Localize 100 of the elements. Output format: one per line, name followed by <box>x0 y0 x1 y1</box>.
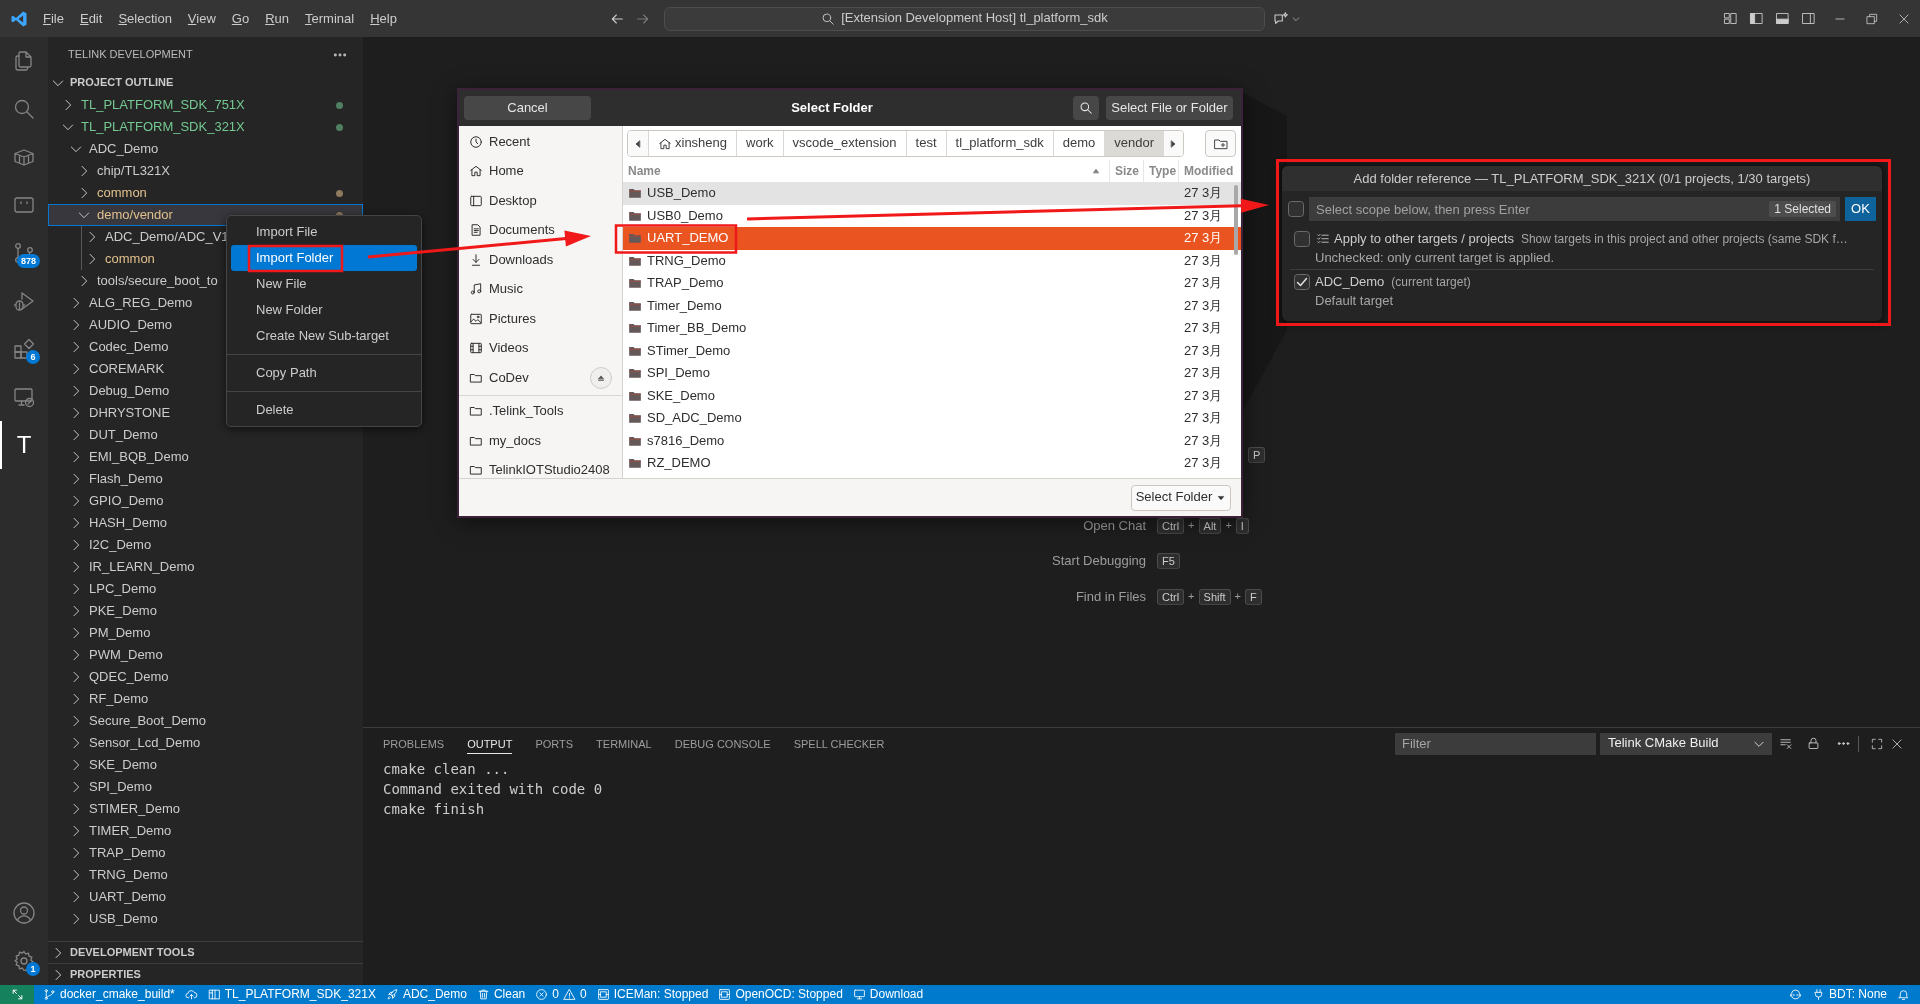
eject-button[interactable] <box>590 366 612 389</box>
menu-item[interactable]: Go <box>223 8 258 29</box>
status-item[interactable]: 0 0 <box>530 985 592 1004</box>
status-item[interactable]: BDT: None <box>1806 985 1892 1004</box>
tree-item[interactable]: SPI_Demo <box>48 776 363 798</box>
panel-tab[interactable]: PORTS <box>535 733 574 754</box>
file-row[interactable]: TRNG_Demo 27 3月 <box>623 249 1241 272</box>
column-header[interactable]: Name <box>628 163 661 179</box>
tree-item[interactable]: LPC_Demo <box>48 578 363 600</box>
tree-item[interactable]: ADC_Demo <box>48 138 363 160</box>
remote-button[interactable] <box>0 985 34 1004</box>
activity-tab[interactable]: 878 <box>0 229 48 277</box>
file-row[interactable]: RZ_DEMO 27 3月 <box>623 452 1241 475</box>
tree-item[interactable]: HASH_Demo <box>48 512 363 534</box>
file-row[interactable]: Timer_BB_Demo 27 3月 <box>623 317 1241 340</box>
tree-item[interactable]: PKE_Demo <box>48 600 363 622</box>
chat-sparkle-icon[interactable] <box>1273 10 1289 27</box>
place-item[interactable]: Desktop <box>459 186 622 216</box>
menu-item[interactable]: Help <box>362 8 405 29</box>
layout-icon[interactable] <box>1722 11 1738 26</box>
panel-tab[interactable]: TERMINAL <box>596 733 652 754</box>
tree-item[interactable]: USB_Demo <box>48 908 363 930</box>
tree-item[interactable]: UART_Demo <box>48 886 363 908</box>
tree-item[interactable]: STIMER_Demo <box>48 798 363 820</box>
tree-item[interactable]: GPIO_Demo <box>48 490 363 512</box>
tree-item[interactable]: Secure_Boot_Demo <box>48 710 363 732</box>
status-item[interactable]: ADC_Demo <box>380 985 472 1004</box>
tree-item[interactable]: IR_LEARN_Demo <box>48 556 363 578</box>
filter-field[interactable]: Filter <box>1395 732 1596 755</box>
path-back-button[interactable] <box>628 131 648 156</box>
file-row[interactable]: Timer_Demo 27 3月 <box>623 294 1241 317</box>
tree-item[interactable]: TRAP_Demo <box>48 842 363 864</box>
menu-item[interactable]: Terminal <box>297 8 363 29</box>
menu-item[interactable]: Edit <box>71 8 111 29</box>
section-header[interactable]: PROJECT OUTLINE <box>48 72 363 94</box>
place-item[interactable]: TelinkIOTStudio2408 <box>459 455 622 478</box>
ok-button[interactable]: OK <box>1845 197 1876 221</box>
tree-item[interactable]: TRNG_Demo <box>48 864 363 886</box>
pick-item[interactable]: Apply to other targets / projects Show targets in this project and other projects (same SDK f… Unchecked: only current target is applied. <box>1282 227 1882 269</box>
clear-output-icon[interactable] <box>1778 736 1794 751</box>
menu-item[interactable]: Create New Sub-target <box>231 323 417 349</box>
pick-item[interactable]: ADC_Demo (current target) Default target <box>1282 270 1882 312</box>
tree-item[interactable]: SKE_Demo <box>48 754 363 776</box>
place-item[interactable]: Recent <box>459 127 622 157</box>
filter-dropdown[interactable]: Select Folder <box>1131 484 1231 511</box>
restore-icon[interactable] <box>1865 11 1879 26</box>
menu-item[interactable]: File <box>35 8 72 29</box>
place-item[interactable]: Music <box>459 274 622 304</box>
tree-item[interactable]: Flash_Demo <box>48 468 363 490</box>
file-row[interactable]: UART_DEMO 27 3月 <box>623 227 1241 250</box>
tree-item[interactable]: EMI_BQB_Demo <box>48 446 363 468</box>
file-row[interactable]: SPI_Demo 27 3月 <box>623 362 1241 385</box>
panel-tab[interactable]: OUTPUT <box>467 733 513 754</box>
menu-item[interactable]: Run <box>257 8 298 29</box>
select-button[interactable]: Select File or Folder <box>1106 96 1233 120</box>
place-item[interactable]: my_docs <box>459 426 622 456</box>
tree-item[interactable]: TL_PLATFORM_SDK_321X <box>48 116 363 138</box>
panel-tab[interactable]: DEBUG CONSOLE <box>674 733 771 754</box>
close-icon[interactable] <box>1890 736 1904 751</box>
place-item[interactable]: Home <box>459 156 622 186</box>
path-forward-button[interactable] <box>1163 131 1183 156</box>
file-row[interactable]: USB0_Demo 27 3月 <box>623 204 1241 227</box>
activity-tab[interactable]: 1 <box>0 937 48 985</box>
tree-item[interactable]: common <box>48 182 363 204</box>
path-segment[interactable]: vendor <box>1104 131 1163 156</box>
tree-item[interactable]: TIMER_Demo <box>48 820 363 842</box>
status-item[interactable]: Download <box>847 985 929 1004</box>
menu-item[interactable]: Import Folder <box>231 245 417 271</box>
tree-item[interactable]: chip/TL321X <box>48 160 363 182</box>
tree-item[interactable]: PWM_Demo <box>48 644 363 666</box>
cancel-button[interactable]: Cancel <box>464 96 591 120</box>
checkbox[interactable] <box>1294 274 1310 290</box>
file-row[interactable]: SKE_Demo 27 3月 <box>623 384 1241 407</box>
status-item[interactable]: Clean <box>471 985 531 1004</box>
tree-item[interactable]: I2C_Demo <box>48 534 363 556</box>
file-row[interactable]: USB_Demo 27 3月 <box>623 182 1241 205</box>
status-item[interactable]: TL_PLATFORM_SDK_321X <box>202 985 381 1004</box>
menu-item[interactable]: New Folder <box>231 297 417 323</box>
tree-item[interactable]: Sensor_Lcd_Demo <box>48 732 363 754</box>
split-view-icon[interactable] <box>1800 11 1816 26</box>
place-item[interactable]: CoDev <box>459 363 622 393</box>
sidebar-toggle-icon[interactable] <box>1748 11 1764 26</box>
tree-item[interactable]: TL_PLATFORM_SDK_751X <box>48 94 363 116</box>
tree-item[interactable]: PM_Demo <box>48 622 363 644</box>
new-folder-button[interactable] <box>1205 130 1236 157</box>
place-item[interactable]: Videos <box>459 333 622 363</box>
file-row[interactable]: STimer_Demo 27 3月 <box>623 339 1241 362</box>
panel-toggle-icon[interactable] <box>1774 11 1790 26</box>
panel-tab[interactable]: PROBLEMS <box>383 733 445 754</box>
place-item[interactable]: Downloads <box>459 245 622 275</box>
menu-item[interactable]: View <box>179 8 224 29</box>
tree-item[interactable]: QDEC_Demo <box>48 666 363 688</box>
lock-icon[interactable] <box>1805 736 1821 751</box>
section-header[interactable]: DEVELOPMENT TOOLS <box>48 941 363 963</box>
file-row[interactable]: SD_ADC_Demo 27 3月 <box>623 407 1241 430</box>
place-item[interactable]: Pictures <box>459 304 622 334</box>
status-item[interactable]: docker_cmake_build* <box>38 985 180 1004</box>
maximize-icon[interactable] <box>1870 736 1884 751</box>
scrollbar-thumb[interactable] <box>1234 185 1238 255</box>
status-item[interactable]: ICEMan: Stopped <box>591 985 714 1004</box>
